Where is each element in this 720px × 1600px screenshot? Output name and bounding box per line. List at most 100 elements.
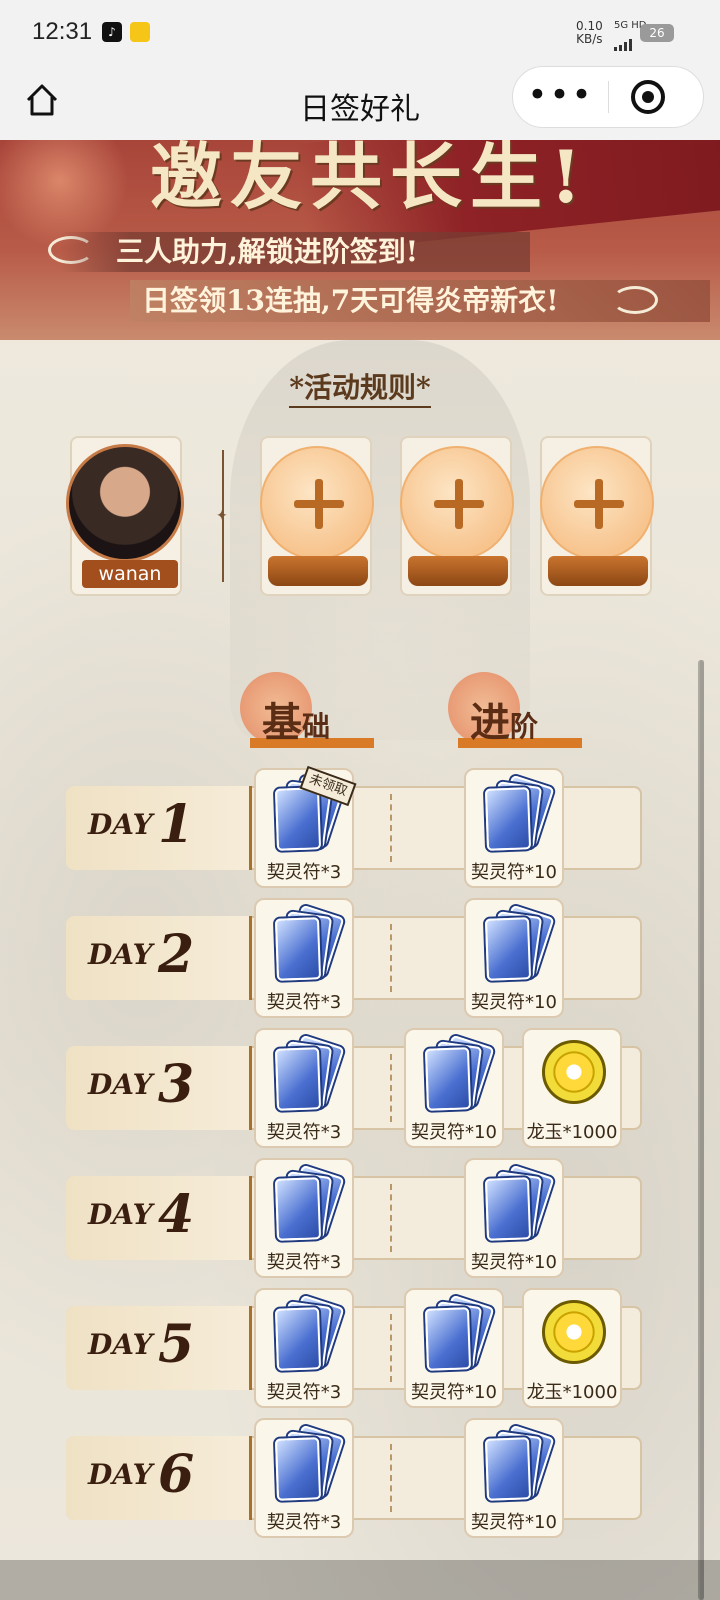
capsule-divider [608, 81, 609, 113]
reward-basic[interactable]: 契灵符*3 [254, 1158, 354, 1278]
invite-slot-1[interactable] [260, 436, 374, 596]
day-plate: DAY 4 [66, 1176, 252, 1260]
reward-advanced[interactable]: 契灵符*10 [464, 1418, 564, 1538]
reward-advanced[interactable]: 契灵符*10 [464, 1158, 564, 1278]
network-rate: 0.10 KB/s [576, 19, 603, 46]
day-number: 6 [158, 1444, 195, 1505]
day-number: 1 [158, 794, 195, 855]
reward-basic[interactable]: 契灵符*3 [254, 1288, 354, 1408]
reward-label: 契灵符*10 [471, 992, 557, 1013]
nav-bar: 日签好礼 ••• [0, 66, 720, 140]
next-row-peek [0, 1560, 720, 1600]
tab-basic-label: 基础 [262, 699, 331, 746]
close-button[interactable] [631, 80, 665, 114]
dragon-jade-icon [542, 1040, 606, 1104]
slot-name-plate [268, 556, 368, 586]
reward-advanced[interactable]: 契灵符*10 [404, 1288, 504, 1408]
day-row-4: DAY 4 契灵符*3 契灵符*10 [66, 1158, 642, 1278]
day-label: DAY [88, 1198, 153, 1231]
day-number: 4 [158, 1184, 195, 1245]
banner-title: 邀友共长生! [150, 140, 590, 219]
day-label: DAY [88, 938, 153, 971]
reward-label: 契灵符*10 [471, 862, 557, 883]
reward-basic[interactable]: 契灵符*3 [254, 1418, 354, 1538]
tab-advanced[interactable]: 进阶 [448, 672, 582, 754]
reward-advanced[interactable]: 契灵符*10 [464, 898, 564, 1018]
reward-label: 契灵符*10 [471, 1252, 557, 1273]
spirit-card-icon [272, 904, 345, 984]
dragon-jade-icon [542, 1300, 606, 1364]
invite-slot-2[interactable] [400, 436, 514, 596]
reward-label: 契灵符*3 [266, 1252, 342, 1273]
spirit-card-icon [482, 774, 555, 854]
app-notification-icon [130, 22, 150, 42]
row-divider [390, 1314, 392, 1382]
invite-slot-3[interactable] [540, 436, 654, 596]
reward-advanced[interactable]: 契灵符*10 [404, 1028, 504, 1148]
add-friend-icon[interactable] [540, 446, 654, 560]
hero-banner: 邀友共长生! 三人助力,解锁进阶签到! 日签领13连抽,7天可得炎帝新衣! [0, 140, 720, 340]
reward-advanced-bonus[interactable]: 龙玉*1000 [522, 1288, 622, 1408]
scrollbar-thumb[interactable] [698, 660, 704, 1600]
spirit-card-icon [272, 1164, 345, 1244]
user-name: wanan [82, 560, 178, 588]
status-bar: 12:31 ♪ 0.10 KB/s 5G HD 26 [0, 0, 720, 66]
reward-basic[interactable]: 契灵符*3 [254, 1028, 354, 1148]
day-label: DAY [88, 1458, 153, 1491]
day-row-5: DAY 5 契灵符*3 契灵符*10 龙玉*1000 [66, 1288, 642, 1408]
invite-slot-self: wanan [66, 436, 184, 596]
row-divider [390, 1444, 392, 1512]
reward-label: 契灵符*10 [471, 1512, 557, 1533]
reward-label: 契灵符*10 [411, 1122, 497, 1143]
day-label: DAY [88, 808, 153, 841]
reward-basic[interactable]: 契灵符*3 [254, 898, 354, 1018]
banner-subtitle-1: 三人助力,解锁进阶签到! [60, 232, 530, 272]
day-number: 5 [158, 1314, 195, 1375]
reward-advanced-bonus[interactable]: 龙玉*1000 [522, 1028, 622, 1148]
day-plate: DAY 6 [66, 1436, 252, 1520]
page-content[interactable]: 邀友共长生! 三人助力,解锁进阶签到! 日签领13连抽,7天可得炎帝新衣! *活… [0, 140, 720, 1600]
reward-label: 契灵符*3 [266, 1382, 342, 1403]
spirit-card-icon [272, 1034, 345, 1114]
signal-icon [614, 32, 638, 51]
tab-advanced-label: 进阶 [470, 699, 539, 746]
row-divider [390, 794, 392, 862]
add-friend-icon[interactable] [400, 446, 514, 560]
reward-label: 契灵符*3 [266, 1122, 342, 1143]
row-divider [390, 1184, 392, 1252]
reward-label: 龙玉*1000 [526, 1382, 618, 1403]
slot-divider [216, 450, 228, 582]
reward-label: 契灵符*3 [266, 992, 342, 1013]
spirit-card-icon [482, 1424, 555, 1504]
day-plate: DAY 1 [66, 786, 252, 870]
spirit-card-icon [422, 1034, 495, 1114]
battery-icon: 26 [640, 24, 674, 42]
day-plate: DAY 5 [66, 1306, 252, 1390]
tab-basic[interactable]: 基础 [240, 672, 374, 754]
more-button[interactable]: ••• [513, 67, 608, 127]
activity-rules-link[interactable]: *活动规则* [0, 366, 720, 408]
mini-program-capsule: ••• [512, 66, 704, 128]
spirit-card-icon [272, 1294, 345, 1374]
day-label: DAY [88, 1068, 153, 1101]
reward-basic[interactable]: 未领取 契灵符*3 [254, 765, 357, 888]
reward-advanced[interactable]: 契灵符*10 [464, 768, 564, 888]
reward-label: 契灵符*10 [411, 1382, 497, 1403]
cloud-decoration [612, 286, 658, 314]
day-number: 2 [158, 924, 195, 985]
day-row-6: DAY 6 契灵符*3 契灵符*10 [66, 1418, 642, 1538]
row-divider [390, 1054, 392, 1122]
status-time: 12:31 [32, 18, 93, 45]
close-icon [642, 91, 654, 103]
add-friend-icon[interactable] [260, 446, 374, 560]
day-number: 3 [158, 1054, 195, 1115]
day-plate: DAY 3 [66, 1046, 252, 1130]
tiktok-icon: ♪ [102, 22, 122, 42]
reward-label: 契灵符*3 [266, 1512, 342, 1533]
avatar [66, 444, 184, 562]
day-plate: DAY 2 [66, 916, 252, 1000]
day-label: DAY [88, 1328, 153, 1361]
day-row-2: DAY 2 契灵符*3 契灵符*10 [66, 898, 642, 1018]
spirit-card-icon [482, 904, 555, 984]
spirit-card-icon [482, 1164, 555, 1244]
